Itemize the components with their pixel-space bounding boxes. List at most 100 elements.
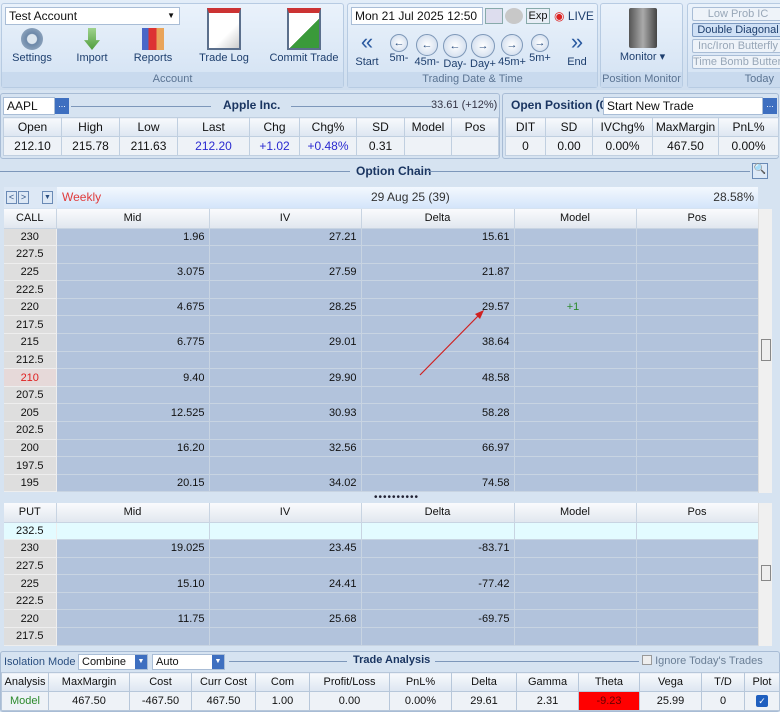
option-cell[interactable]	[56, 315, 210, 335]
option-cell[interactable]: 66.97	[361, 439, 515, 458]
option-cell[interactable]	[56, 592, 210, 611]
strike-cell[interactable]: 227.5	[4, 245, 57, 264]
option-cell[interactable]: 23.45	[209, 539, 362, 558]
option-cell[interactable]	[209, 627, 362, 646]
option-cell[interactable]	[636, 386, 759, 405]
option-cell[interactable]: 15.10	[56, 574, 210, 593]
option-cell[interactable]: -77.42	[361, 574, 515, 593]
option-cell[interactable]	[514, 263, 637, 282]
option-cell[interactable]	[361, 245, 515, 264]
option-cell[interactable]	[636, 557, 759, 576]
account-select[interactable]: Test Account ▼	[5, 7, 180, 25]
strike-cell[interactable]: 202.5	[4, 421, 57, 440]
option-row[interactable]: 227.5	[4, 245, 759, 264]
strategy-time-bomb-butterfly[interactable]: Time Bomb Butterfly	[692, 55, 780, 69]
trade-select[interactable]: Start New Trade	[603, 97, 763, 115]
option-cell[interactable]: 48.58	[361, 368, 515, 387]
option-row[interactable]: 220 4.675 28.25 29.57 +1	[4, 298, 759, 317]
option-cell[interactable]	[636, 522, 759, 541]
option-cell[interactable]: 27.59	[209, 263, 362, 282]
strike-cell[interactable]: 207.5	[4, 386, 57, 405]
option-cell[interactable]: 32.56	[209, 439, 362, 458]
option-cell[interactable]	[514, 228, 637, 247]
option-cell[interactable]	[209, 421, 362, 440]
option-cell[interactable]	[636, 333, 759, 352]
option-row[interactable]: 220 11.75 25.68 -69.75	[4, 609, 759, 629]
step-button-2[interactable]: ← Day-	[440, 34, 470, 70]
option-cell[interactable]	[361, 280, 515, 299]
option-cell[interactable]	[514, 280, 637, 299]
calendar-icon[interactable]	[485, 8, 503, 24]
option-cell[interactable]	[514, 421, 637, 440]
symbol-browse-button[interactable]: ...	[55, 98, 69, 114]
option-cell[interactable]	[636, 439, 759, 458]
option-cell[interactable]	[636, 474, 759, 493]
option-cell[interactable]: 29.57	[361, 298, 515, 317]
option-cell[interactable]: 20.15	[56, 474, 210, 493]
strike-cell[interactable]: 212.5	[4, 351, 57, 370]
option-cell[interactable]	[209, 557, 362, 576]
strike-cell[interactable]: 230	[4, 228, 57, 247]
scroll-thumb[interactable]	[761, 565, 771, 581]
option-cell[interactable]	[56, 557, 210, 576]
trade-browse-button[interactable]: ...	[763, 98, 777, 114]
option-cell[interactable]	[56, 456, 210, 475]
strike-cell[interactable]: 222.5	[4, 280, 57, 299]
next-expiry-button[interactable]: >	[18, 191, 29, 204]
plot-checkbox[interactable]: ✓	[744, 691, 780, 711]
option-cell[interactable]: 11.75	[56, 609, 210, 629]
option-cell[interactable]	[514, 456, 637, 475]
option-cell[interactable]: 28.25	[209, 298, 362, 317]
splitter-handle[interactable]: ••••••••••	[374, 492, 419, 503]
option-cell[interactable]: 21.87	[361, 263, 515, 282]
commit-trade-button[interactable]: Commit Trade	[264, 8, 344, 64]
option-cell[interactable]: 34.02	[209, 474, 362, 493]
option-cell[interactable]	[361, 386, 515, 405]
reports-button[interactable]: Reports	[128, 28, 178, 64]
option-cell[interactable]: 1.96	[56, 228, 210, 247]
option-cell[interactable]: 6.775	[56, 333, 210, 352]
option-row[interactable]: 225 15.10 24.41 -77.42	[4, 574, 759, 593]
option-cell[interactable]: 16.20	[56, 439, 210, 458]
strike-cell[interactable]: 225	[4, 574, 57, 593]
option-cell[interactable]	[514, 439, 637, 458]
strike-cell[interactable]: 205	[4, 403, 57, 423]
option-cell[interactable]: 9.40	[56, 368, 210, 387]
strike-cell[interactable]: 220	[4, 609, 57, 629]
option-cell[interactable]	[636, 403, 759, 423]
option-cell[interactable]	[636, 592, 759, 611]
option-cell[interactable]	[514, 386, 637, 405]
option-cell[interactable]	[209, 386, 362, 405]
option-cell[interactable]: 25.68	[209, 609, 362, 629]
option-row[interactable]: 230 1.96 27.21 15.61	[4, 228, 759, 247]
option-cell[interactable]	[514, 574, 637, 593]
option-row[interactable]: 200 16.20 32.56 66.97	[4, 439, 759, 458]
option-cell[interactable]	[56, 351, 210, 370]
end-button[interactable]: » End	[562, 30, 592, 69]
option-cell[interactable]	[636, 539, 759, 558]
option-cell[interactable]	[514, 315, 637, 335]
ignore-todays-trades-checkbox[interactable]: Ignore Today's Trades	[642, 655, 763, 667]
option-cell[interactable]: 58.28	[361, 403, 515, 423]
symbol-input[interactable]: AAPL	[3, 97, 55, 115]
option-cell[interactable]: 27.21	[209, 228, 362, 247]
live-button[interactable]: ◉ LIVE	[554, 9, 594, 23]
option-cell[interactable]	[361, 456, 515, 475]
option-cell[interactable]	[636, 456, 759, 475]
option-cell[interactable]: 74.58	[361, 474, 515, 493]
isolation-mode-select[interactable]: Combine ▼	[78, 654, 148, 670]
step-button-0[interactable]: ← 5m-	[384, 34, 414, 64]
scroll-thumb[interactable]	[761, 339, 771, 361]
option-row[interactable]: 210 9.40 29.90 48.58	[4, 368, 759, 387]
step-button-5[interactable]: → 5m+	[525, 34, 555, 64]
search-icon[interactable]: 🔍	[752, 163, 768, 179]
option-cell[interactable]	[209, 456, 362, 475]
strike-cell[interactable]: 225	[4, 263, 57, 282]
option-cell[interactable]	[514, 245, 637, 264]
checkbox-checked-icon[interactable]: ✓	[756, 695, 768, 707]
option-cell[interactable]	[209, 592, 362, 611]
option-cell[interactable]	[514, 368, 637, 387]
option-cell[interactable]	[636, 627, 759, 646]
option-cell[interactable]	[636, 298, 759, 317]
option-row[interactable]: 205 12.525 30.93 58.28	[4, 403, 759, 423]
